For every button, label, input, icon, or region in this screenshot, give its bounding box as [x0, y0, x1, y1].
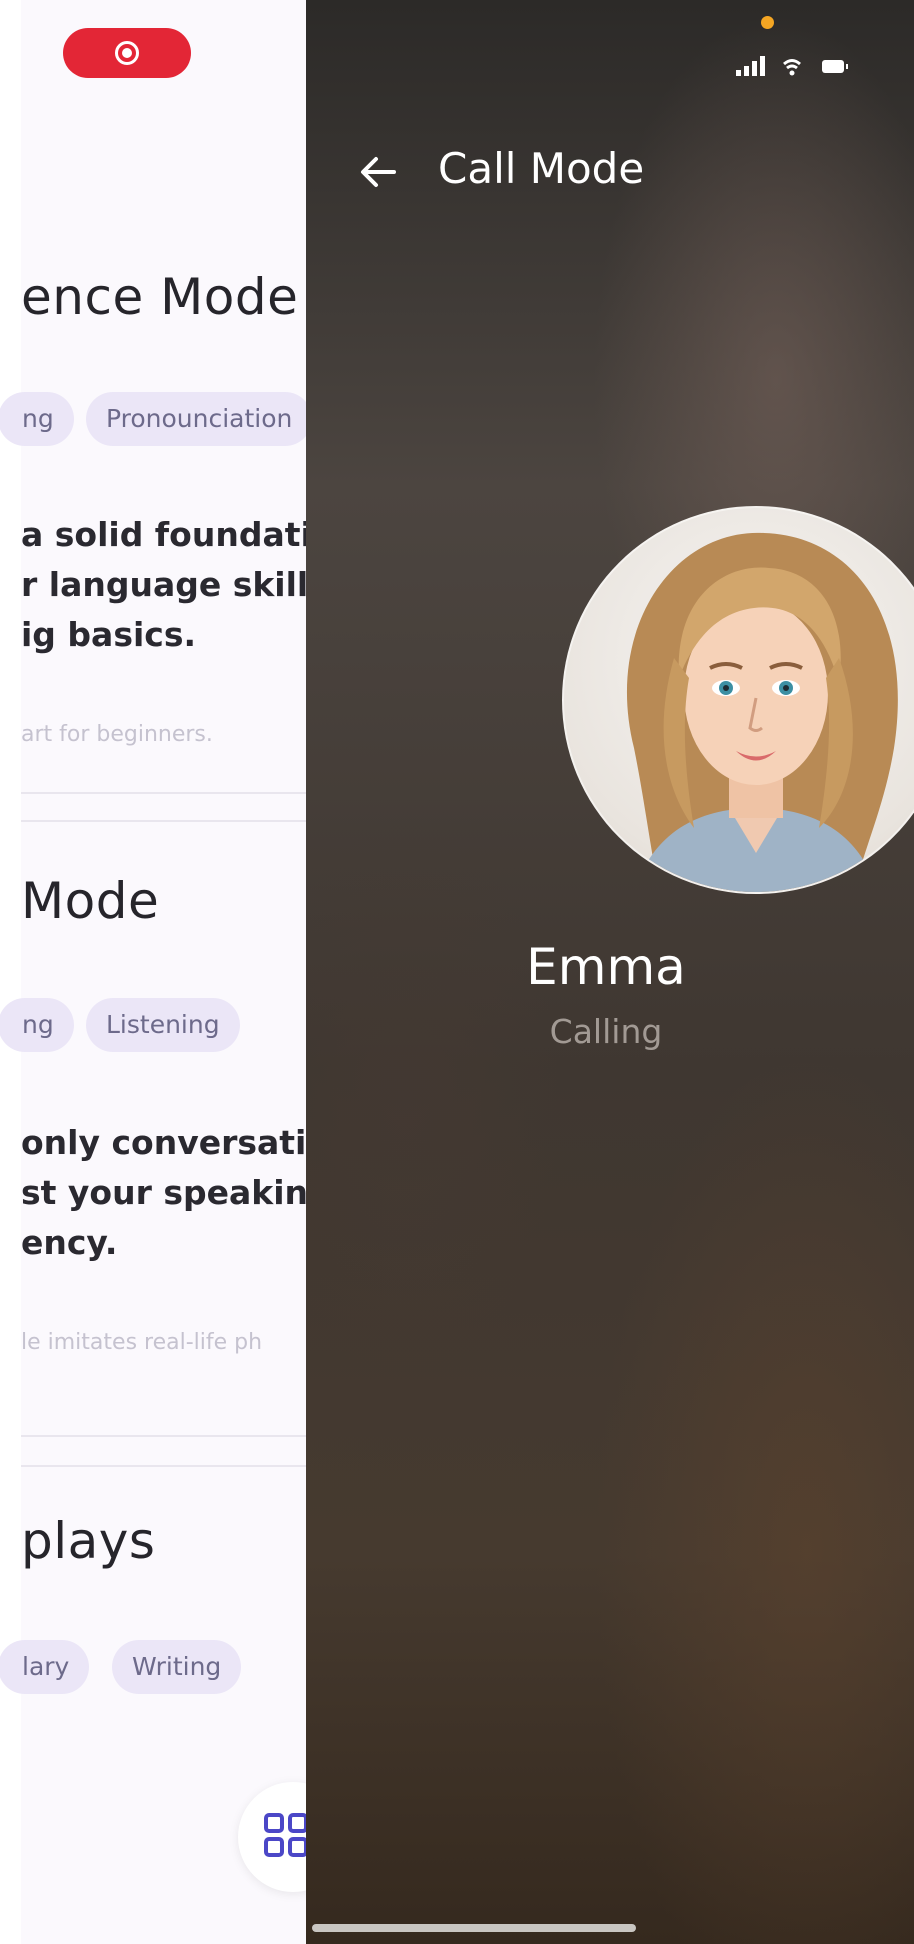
privacy-indicator-dot [761, 16, 774, 29]
mode-tag: lary [0, 1640, 90, 1694]
divider [21, 1435, 306, 1437]
mode-tag: Pronounciation [86, 392, 306, 446]
call-status: Calling [549, 1012, 663, 1051]
grid-icon [264, 1813, 306, 1857]
mode-title: ence Mode [21, 268, 299, 326]
mode-tag: Writing [112, 1640, 242, 1694]
mode-description: only conversatio [21, 1123, 306, 1162]
mode-title: plays [21, 1512, 156, 1570]
caller-name: Emma [526, 938, 686, 996]
call-mode-screen: Call Mode Emma Calling [306, 0, 914, 1944]
mode-description: r language skills [21, 565, 306, 604]
divider [21, 820, 306, 822]
mode-tag: ng [0, 998, 74, 1052]
back-arrow-icon[interactable] [358, 154, 398, 190]
record-icon [115, 41, 139, 65]
screen-title: Call Mode [438, 144, 645, 193]
mode-description: ig basics. [21, 615, 197, 654]
divider [21, 792, 306, 794]
home-indicator[interactable] [312, 1924, 636, 1932]
divider [21, 1465, 306, 1467]
mode-description: a solid foundation [21, 515, 306, 554]
mode-title: Mode [21, 872, 160, 930]
mode-note: art for beginners. [21, 722, 213, 747]
mode-note: le imitates real-life ph [21, 1330, 263, 1355]
mode-tag: Listening [86, 998, 240, 1052]
mode-list-screen: ence Mode ng Pronounciation a solid foun… [0, 0, 306, 1944]
caller-portrait [626, 532, 898, 892]
mode-tag: ng [0, 392, 74, 446]
modes-menu-button[interactable] [238, 1782, 306, 1892]
caller-avatar [562, 506, 914, 894]
mode-description: ency. [21, 1223, 118, 1262]
screen-record-indicator[interactable] [63, 28, 191, 78]
status-bar-icons [736, 56, 848, 76]
mode-description: st your speaking [21, 1173, 306, 1212]
